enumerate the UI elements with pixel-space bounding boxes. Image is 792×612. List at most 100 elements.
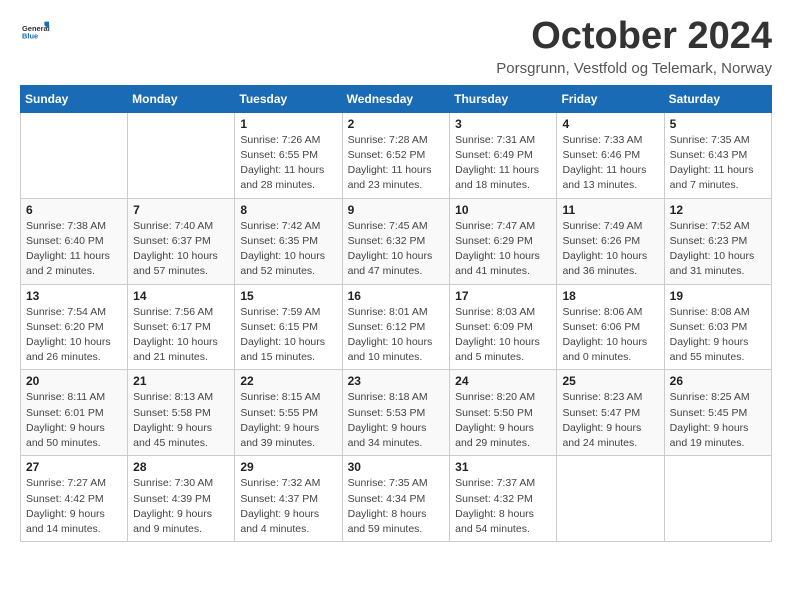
day-number: 27 (26, 460, 122, 474)
day-number: 30 (348, 460, 445, 474)
day-number: 9 (348, 203, 445, 217)
calendar-cell: 12 Sunrise: 7:52 AM Sunset: 6:23 PM Dayli… (664, 198, 771, 284)
calendar-cell: 13 Sunrise: 7:54 AM Sunset: 6:20 PM Dayli… (21, 284, 128, 370)
day-detail: Sunrise: 8:18 AM Sunset: 5:53 PM Dayligh… (348, 390, 445, 451)
calendar-cell (664, 456, 771, 542)
calendar-week-row: 1Sunrise: 7:26 AM Sunset: 6:55 PM Daylig… (21, 112, 772, 198)
calendar-cell: 16 Sunrise: 8:01 AM Sunset: 6:12 PM Dayli… (342, 284, 450, 370)
day-detail: Sunrise: 7:35 AM Sunset: 6:43 PM Dayligh… (670, 133, 766, 194)
calendar-week-row: 6 Sunrise: 7:38 AM Sunset: 6:40 PM Daylig… (21, 198, 772, 284)
day-number: 5 (670, 117, 766, 131)
day-detail: Sunrise: 7:33 AM Sunset: 6:46 PM Dayligh… (562, 133, 658, 194)
day-detail: Sunrise: 8:20 AM Sunset: 5:50 PM Dayligh… (455, 390, 551, 451)
weekday-header: Tuesday (235, 85, 342, 112)
day-detail: Sunrise: 7:40 AM Sunset: 6:37 PM Dayligh… (133, 219, 229, 280)
calendar-cell: 18 Sunrise: 8:06 AM Sunset: 6:06 PM Dayli… (557, 284, 664, 370)
day-number: 3 (455, 117, 551, 131)
calendar-cell: 23 Sunrise: 8:18 AM Sunset: 5:53 PM Dayli… (342, 370, 450, 456)
day-detail: Sunrise: 8:01 AM Sunset: 6:12 PM Dayligh… (348, 305, 445, 366)
calendar-cell: 19Sunrise: 8:08 AM Sunset: 6:03 PM Dayli… (664, 284, 771, 370)
day-number: 26 (670, 374, 766, 388)
calendar-cell: 25 Sunrise: 8:23 AM Sunset: 5:47 PM Dayli… (557, 370, 664, 456)
day-detail: Sunrise: 7:45 AM Sunset: 6:32 PM Dayligh… (348, 219, 445, 280)
calendar-cell: 7 Sunrise: 7:40 AM Sunset: 6:37 PM Daylig… (128, 198, 235, 284)
location-subtitle: Porsgrunn, Vestfold og Telemark, Norway (496, 60, 772, 77)
calendar-cell: 20Sunrise: 8:11 AM Sunset: 6:01 PM Dayli… (21, 370, 128, 456)
day-detail: Sunrise: 8:23 AM Sunset: 5:47 PM Dayligh… (562, 390, 658, 451)
calendar-week-row: 13 Sunrise: 7:54 AM Sunset: 6:20 PM Dayli… (21, 284, 772, 370)
calendar-table: SundayMondayTuesdayWednesdayThursdayFrid… (20, 85, 772, 542)
calendar-cell: 14 Sunrise: 7:56 AM Sunset: 6:17 PM Dayli… (128, 284, 235, 370)
calendar-cell: 11 Sunrise: 7:49 AM Sunset: 6:26 PM Dayli… (557, 198, 664, 284)
day-detail: Sunrise: 7:56 AM Sunset: 6:17 PM Dayligh… (133, 305, 229, 366)
title-section: October 2024 Porsgrunn, Vestfold og Tele… (496, 16, 772, 77)
calendar-cell: 15 Sunrise: 7:59 AM Sunset: 6:15 PM Dayli… (235, 284, 342, 370)
day-detail: Sunrise: 8:13 AM Sunset: 5:58 PM Dayligh… (133, 390, 229, 451)
day-number: 1 (240, 117, 336, 131)
weekday-header: Saturday (664, 85, 771, 112)
day-number: 19 (670, 289, 766, 303)
logo-general-text: General Blue (20, 16, 50, 49)
calendar-cell: 8Sunrise: 7:42 AM Sunset: 6:35 PM Daylig… (235, 198, 342, 284)
day-detail: Sunrise: 7:54 AM Sunset: 6:20 PM Dayligh… (26, 305, 122, 366)
weekday-header: Sunday (21, 85, 128, 112)
day-number: 13 (26, 289, 122, 303)
day-detail: Sunrise: 7:37 AM Sunset: 4:32 PM Dayligh… (455, 476, 551, 537)
day-detail: Sunrise: 8:15 AM Sunset: 5:55 PM Dayligh… (240, 390, 336, 451)
day-number: 12 (670, 203, 766, 217)
day-number: 15 (240, 289, 336, 303)
day-detail: Sunrise: 8:03 AM Sunset: 6:09 PM Dayligh… (455, 305, 551, 366)
calendar-cell: 29 Sunrise: 7:32 AM Sunset: 4:37 PM Dayli… (235, 456, 342, 542)
day-detail: Sunrise: 7:31 AM Sunset: 6:49 PM Dayligh… (455, 133, 551, 194)
calendar-week-row: 27 Sunrise: 7:27 AM Sunset: 4:42 PM Dayli… (21, 456, 772, 542)
day-number: 25 (562, 374, 658, 388)
day-number: 29 (240, 460, 336, 474)
weekday-header: Thursday (450, 85, 557, 112)
calendar-cell (128, 112, 235, 198)
day-detail: Sunrise: 7:28 AM Sunset: 6:52 PM Dayligh… (348, 133, 445, 194)
day-number: 14 (133, 289, 229, 303)
day-detail: Sunrise: 7:38 AM Sunset: 6:40 PM Dayligh… (26, 219, 122, 280)
weekday-header: Friday (557, 85, 664, 112)
day-detail: Sunrise: 8:11 AM Sunset: 6:01 PM Dayligh… (26, 390, 122, 451)
day-detail: Sunrise: 7:47 AM Sunset: 6:29 PM Dayligh… (455, 219, 551, 280)
day-number: 11 (562, 203, 658, 217)
calendar-cell: 2 Sunrise: 7:28 AM Sunset: 6:52 PM Daylig… (342, 112, 450, 198)
day-number: 18 (562, 289, 658, 303)
calendar-cell: 24 Sunrise: 8:20 AM Sunset: 5:50 PM Dayli… (450, 370, 557, 456)
calendar-cell: 28Sunrise: 7:30 AM Sunset: 4:39 PM Dayli… (128, 456, 235, 542)
day-number: 22 (240, 374, 336, 388)
day-number: 7 (133, 203, 229, 217)
day-detail: Sunrise: 7:32 AM Sunset: 4:37 PM Dayligh… (240, 476, 336, 537)
calendar-cell: 10Sunrise: 7:47 AM Sunset: 6:29 PM Dayli… (450, 198, 557, 284)
calendar-cell: 30 Sunrise: 7:35 AM Sunset: 4:34 PM Dayli… (342, 456, 450, 542)
day-detail: Sunrise: 7:27 AM Sunset: 4:42 PM Dayligh… (26, 476, 122, 537)
day-number: 28 (133, 460, 229, 474)
calendar-header-row: SundayMondayTuesdayWednesdayThursdayFrid… (21, 85, 772, 112)
day-detail: Sunrise: 8:06 AM Sunset: 6:06 PM Dayligh… (562, 305, 658, 366)
day-number: 24 (455, 374, 551, 388)
day-number: 2 (348, 117, 445, 131)
calendar-cell: 26Sunrise: 8:25 AM Sunset: 5:45 PM Dayli… (664, 370, 771, 456)
weekday-header: Monday (128, 85, 235, 112)
logo: General Blue (20, 16, 50, 49)
calendar-cell: 21 Sunrise: 8:13 AM Sunset: 5:58 PM Dayli… (128, 370, 235, 456)
calendar-cell (557, 456, 664, 542)
calendar-week-row: 20Sunrise: 8:11 AM Sunset: 6:01 PM Dayli… (21, 370, 772, 456)
day-number: 16 (348, 289, 445, 303)
calendar-cell: 4Sunrise: 7:33 AM Sunset: 6:46 PM Daylig… (557, 112, 664, 198)
calendar-cell (21, 112, 128, 198)
svg-text:Blue: Blue (22, 31, 38, 40)
day-number: 23 (348, 374, 445, 388)
day-detail: Sunrise: 7:35 AM Sunset: 4:34 PM Dayligh… (348, 476, 445, 537)
calendar-cell: 6 Sunrise: 7:38 AM Sunset: 6:40 PM Daylig… (21, 198, 128, 284)
day-detail: Sunrise: 7:59 AM Sunset: 6:15 PM Dayligh… (240, 305, 336, 366)
weekday-header: Wednesday (342, 85, 450, 112)
day-detail: Sunrise: 7:42 AM Sunset: 6:35 PM Dayligh… (240, 219, 336, 280)
day-detail: Sunrise: 7:49 AM Sunset: 6:26 PM Dayligh… (562, 219, 658, 280)
day-number: 6 (26, 203, 122, 217)
day-number: 17 (455, 289, 551, 303)
calendar-cell: 22 Sunrise: 8:15 AM Sunset: 5:55 PM Dayli… (235, 370, 342, 456)
day-number: 21 (133, 374, 229, 388)
day-detail: Sunrise: 7:52 AM Sunset: 6:23 PM Dayligh… (670, 219, 766, 280)
